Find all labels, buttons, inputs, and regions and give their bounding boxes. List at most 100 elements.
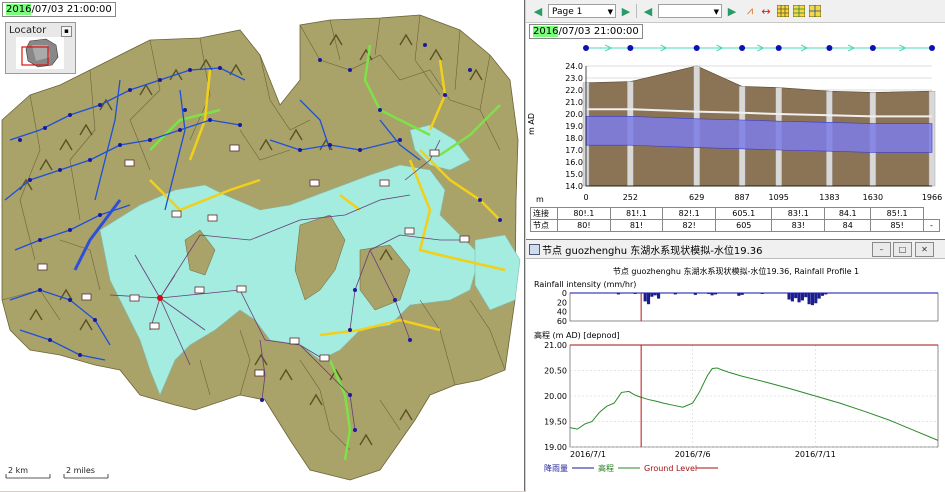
gis-map-view[interactable]: 2016/07/03 21:00:00 Locator ▪ 2 km 2 mil… (0, 0, 525, 491)
nav-node (929, 45, 935, 51)
long-section-chart[interactable]: 14.015.016.017.018.019.020.021.022.023.0… (526, 36, 945, 206)
link-cell: 81!.1 (610, 208, 663, 220)
rain-bar (694, 293, 697, 295)
graph-window[interactable]: 节点 guozhenghu 东湖水系现状模拟-水位19.36 – □ ✕ 节点 … (526, 239, 945, 492)
time-series-chart[interactable]: 节点 guozhenghu 东湖水系现状模拟-水位19.36, Rainfall… (526, 259, 945, 492)
graph-window-title: 节点 guozhenghu 东湖水系现状模拟-水位19.36 (542, 242, 763, 257)
node-cell: 605 (716, 220, 772, 232)
rain-bar (791, 293, 794, 301)
profile-y-ticks: 14.015.016.017.018.019.020.021.022.023.0… (565, 62, 583, 191)
rain-bar (794, 293, 797, 298)
profile-x-ticks: 02526298871095138316301966 (583, 193, 942, 202)
rain-y-tick: 0 (562, 289, 567, 298)
node-cell: 81! (610, 220, 663, 232)
level-chart: 19.0019.5020.0020.5021.002016/7/12016/7/… (544, 341, 938, 459)
node-cell: 80! (558, 220, 611, 232)
close-icon[interactable]: ✕ (915, 242, 934, 257)
profile-x-tick: 629 (689, 193, 704, 202)
rain-bar (737, 293, 740, 296)
profile-areas (583, 66, 935, 186)
right-panels: ◀ Page 1▼ ▶ ◀ ▼ ▶ ⩘ ↔ 2016/07/03 21:00:0… (526, 0, 945, 491)
rain-y-tick: 40 (557, 308, 567, 317)
locator-thumbnail[interactable] (16, 37, 64, 69)
minimize-icon[interactable]: – (872, 242, 891, 257)
rain-bar (617, 293, 620, 294)
legend-ground-label: Ground Level (644, 464, 697, 473)
rain-bar (821, 293, 824, 296)
rain-bar (657, 293, 660, 299)
profile-y-tick: 17.0 (565, 146, 583, 155)
next-item-icon[interactable]: ▶ (726, 4, 738, 18)
swap-direction-icon[interactable]: ↔ (759, 4, 773, 18)
page-select[interactable]: Page 1 ▼ (548, 4, 616, 18)
profile-y-tick: 18.0 (565, 134, 583, 143)
maximize-icon[interactable]: □ (893, 242, 912, 257)
locator-title: Locator (9, 25, 46, 36)
rain-bar (814, 293, 817, 303)
link-cell: 83!.1 (772, 208, 825, 220)
graph-window-icon (529, 244, 540, 255)
link-cell: 82!.1 (663, 208, 716, 220)
profile-x-axis-label: m (536, 195, 544, 204)
export-view-icon[interactable] (808, 4, 822, 18)
graph-plot-title: 节点 guozhenghu 东湖水系现状模拟-水位19.36, Rainfall… (613, 266, 859, 276)
locator-panel[interactable]: Locator ▪ (5, 22, 76, 74)
link-cell: 84.1 (825, 208, 871, 220)
map-timestamp: 2016/07/03 21:00:00 (2, 2, 116, 17)
rain-bar (787, 293, 790, 300)
link-cell: 80!.1 (558, 208, 611, 220)
profile-y-tick: 23.0 (565, 74, 583, 83)
first-page-icon[interactable]: ◀ (532, 4, 544, 18)
table-row: 节点80!81!82!60583!8485!- (531, 220, 940, 232)
grid-view-icon[interactable] (776, 4, 790, 18)
profile-x-tick: 1095 (769, 193, 789, 202)
profile-y-tick: 15.0 (565, 170, 583, 179)
profile-x-tick: 0 (583, 193, 588, 202)
rainfall-chart: 0204060 (557, 289, 938, 326)
item-select[interactable]: ▼ (658, 4, 722, 18)
link-cell: 605.1 (716, 208, 772, 220)
table-view-icon[interactable] (792, 4, 806, 18)
chevron-down-icon: ▼ (714, 5, 719, 19)
rain-bar (761, 293, 764, 294)
profile-icon[interactable]: ⩘ (744, 4, 756, 18)
nav-node (739, 45, 745, 51)
graph-window-titlebar[interactable]: 节点 guozhenghu 东湖水系现状模拟-水位19.36 – □ ✕ (526, 240, 945, 259)
nav-node (694, 45, 700, 51)
timestamp-rest: /07/03 21:00:00 (31, 4, 111, 15)
row-label-links: 连接 (531, 208, 558, 220)
next-page-icon[interactable]: ▶ (620, 4, 632, 18)
level-x-tick: 2016/7/11 (795, 450, 836, 459)
chevron-down-icon: ▼ (608, 5, 613, 19)
rain-y-tick: 60 (557, 317, 567, 326)
profile-toolbar: ◀ Page 1 ▼ ▶ ◀ ▼ ▶ ⩘ ↔ (526, 0, 945, 23)
profile-x-tick: 887 (734, 193, 749, 202)
rain-bar (714, 293, 717, 294)
profile-y-tick: 20.0 (565, 110, 583, 119)
rain-bar (801, 293, 804, 300)
rain-bar (644, 293, 647, 301)
rain-axis-label: Rainfall intensity (mm/hr) (534, 280, 636, 289)
rain-bar (650, 293, 653, 297)
rain-bar (654, 293, 657, 295)
scale-km-label: 2 km (8, 466, 28, 475)
prev-item-icon[interactable]: ◀ (642, 4, 654, 18)
node-cell: 85! (871, 220, 924, 232)
rain-bar (804, 293, 807, 297)
locator-close-icon[interactable]: ▪ (61, 26, 72, 37)
profile-y-axis-label: m AD (527, 113, 536, 135)
rain-bar (824, 293, 827, 294)
row-label-nodes: 节点 (531, 220, 558, 232)
profile-y-tick: 22.0 (565, 86, 583, 95)
table-row: 连接80!.181!.182!.1605.183!.184.185!.1 (531, 208, 940, 220)
rain-bar (818, 293, 821, 299)
profile-y-tick: 24.0 (565, 62, 583, 71)
timestamp-year: 2016 (6, 4, 31, 15)
page-select-value: Page 1 (552, 7, 582, 17)
node-cell: 83! (772, 220, 825, 232)
rain-bar (808, 293, 811, 304)
rain-bar (811, 293, 814, 305)
node-cell: - (923, 220, 939, 232)
profile-x-tick: 1630 (863, 193, 883, 202)
network-map[interactable] (0, 0, 524, 491)
